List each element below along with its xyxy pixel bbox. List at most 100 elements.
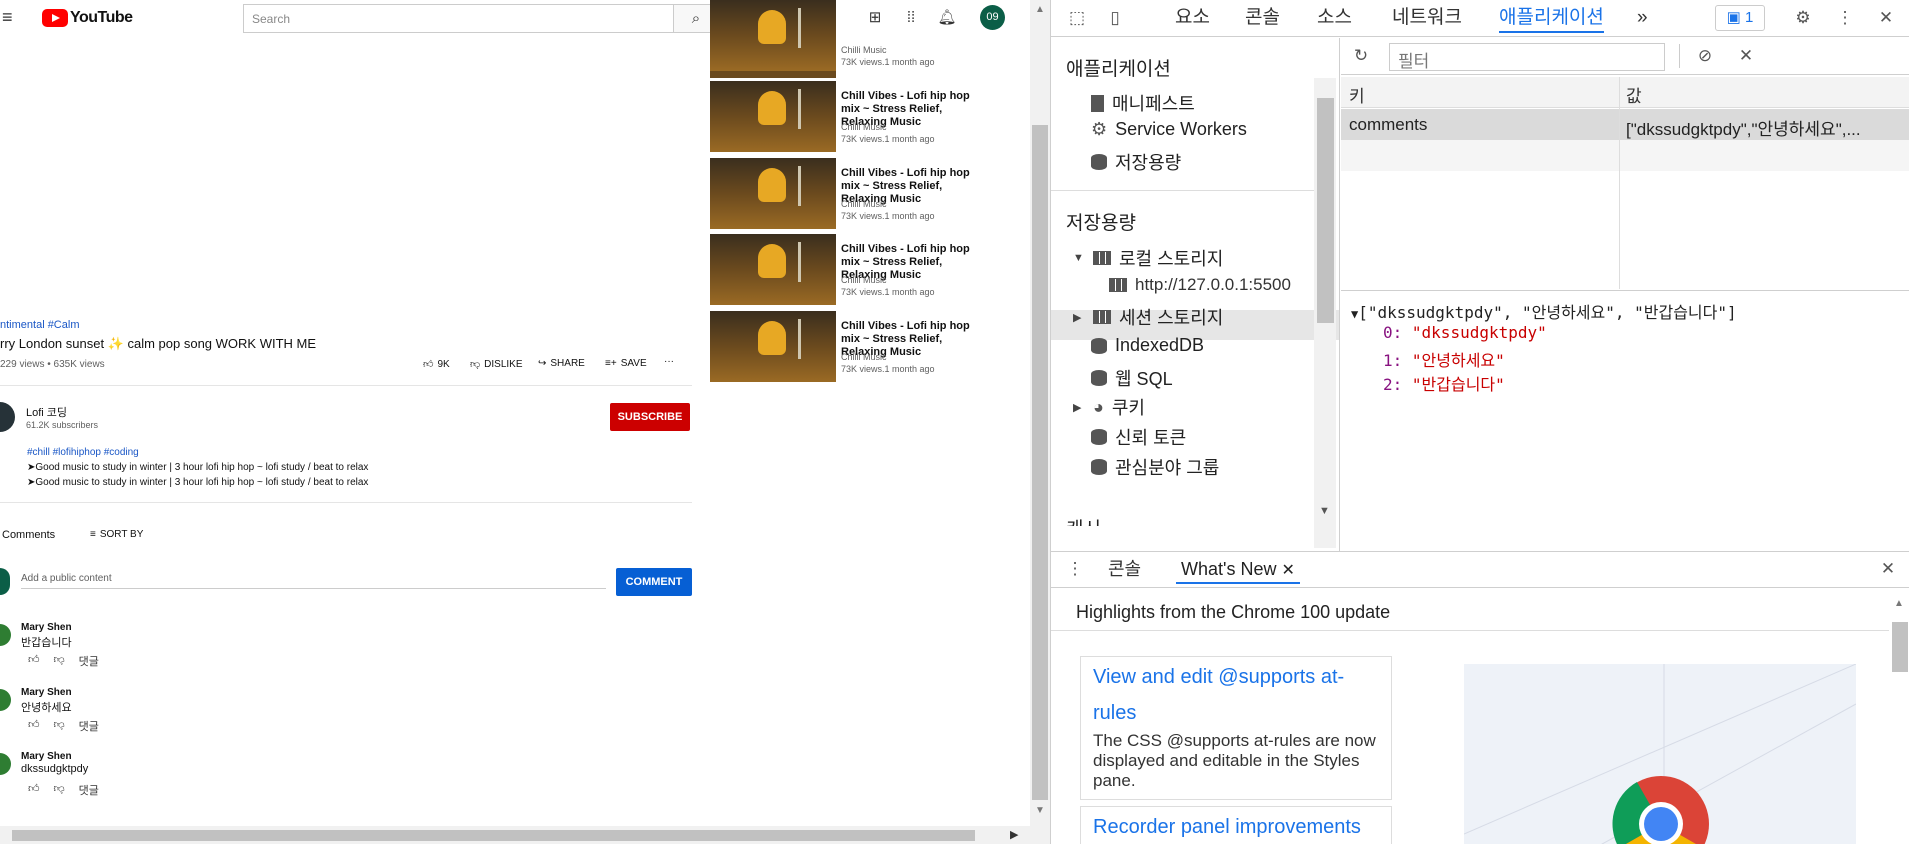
commenter-avatar[interactable] <box>0 753 11 775</box>
thumbs-up-icon: 👍︎ <box>423 359 434 370</box>
menu-icon[interactable]: ≡ <box>2 8 22 26</box>
related-video[interactable]: Chill Vibes - Lofi hip hop mix ~ Stress … <box>710 158 1020 230</box>
video-thumbnail[interactable] <box>710 158 836 229</box>
thumbs-up-icon[interactable]: 👍︎ <box>28 718 40 734</box>
video-thumbnail[interactable] <box>710 234 836 305</box>
sidebar-item-local-origin[interactable]: http://127.0.0.1:5500 <box>1109 275 1291 295</box>
video-thumbnail[interactable] <box>710 81 836 152</box>
channel-avatar[interactable] <box>0 402 15 432</box>
preview-summary[interactable]: ▼["dkssudgktpdy", "안녕하세요", "반갑습니다"] <box>1351 299 1737 323</box>
avatar[interactable]: 09 <box>980 5 1005 30</box>
sidebar-item-indexeddb[interactable]: IndexedDB <box>1091 335 1204 356</box>
delete-selected-icon[interactable]: ✕ <box>1734 45 1758 67</box>
sidebar-item-cookies[interactable]: ▶ ◕ 쿠키 <box>1073 394 1145 420</box>
clear-all-icon[interactable]: ⊘ <box>1693 45 1717 67</box>
table-row[interactable]: comments ["dkssudgktpdy","안녕하세요",... <box>1341 109 1909 140</box>
page-scrollbar-thumb[interactable] <box>1032 125 1048 800</box>
settings-icon[interactable]: ⚙ <box>1791 7 1815 29</box>
device-toolbar-icon[interactable]: ▯ <box>1103 7 1127 29</box>
close-icon[interactable]: ✕ <box>1874 7 1898 29</box>
channel-tags[interactable]: #chill #lofihiphop #coding <box>27 447 139 458</box>
sort-by-button[interactable]: ≡ SORT BY <box>90 529 143 540</box>
scroll-down-arrow[interactable]: ▼ <box>1035 805 1045 816</box>
sidebar-item-manifest[interactable]: 매니페스트 <box>1091 90 1195 116</box>
issues-badge[interactable]: ▣ 1 <box>1715 5 1765 31</box>
feature-card-title[interactable]: View and edit @supports at-rules <box>1093 659 1379 731</box>
more-icon[interactable]: ··· <box>664 356 674 367</box>
scroll-up-arrow[interactable]: ▲ <box>1894 598 1904 609</box>
related-video[interactable]: Chill Vibes - Lofi hip hop mix ~ Stress … <box>710 234 1020 306</box>
refresh-icon[interactable]: ↻ <box>1349 45 1373 67</box>
sidebar-scrollbar-thumb[interactable] <box>1317 98 1334 323</box>
drawer-scrollbar-thumb[interactable] <box>1892 622 1908 672</box>
commenter-name[interactable]: Mary Shen <box>21 687 72 698</box>
create-video-icon[interactable]: ⊞ <box>864 8 886 28</box>
commenter-avatar[interactable] <box>0 624 11 646</box>
thumbs-down-icon[interactable]: 👎︎ <box>54 653 65 669</box>
video-hashtags[interactable]: ntimental #Calm <box>0 319 79 331</box>
sidebar-item-service-workers[interactable]: ⚙ Service Workers <box>1091 119 1247 140</box>
channel-name[interactable]: Lofi 코딩 <box>26 404 67 420</box>
value-column-header[interactable]: 값 <box>1626 82 1642 107</box>
feature-card[interactable]: View and edit @supports at-rules The CSS… <box>1080 656 1392 800</box>
divider <box>1051 190 1314 191</box>
subscribe-button[interactable]: SUBSCRIBE <box>610 403 690 431</box>
related-video[interactable]: Chill Vibes - Lofi hip hop mix ~ Stress … <box>710 311 1020 383</box>
tab-network[interactable]: 네트워크 <box>1392 5 1462 33</box>
drawer-menu-icon[interactable]: ⋮ <box>1063 558 1087 580</box>
video-thumbnail[interactable] <box>710 0 836 78</box>
expand-arrow-icon[interactable]: ▼ <box>1073 252 1085 264</box>
related-video[interactable]: Chilli Music 73K views.1 month ago <box>710 0 1020 78</box>
save-button[interactable]: ≡+ SAVE <box>605 358 647 369</box>
scroll-down-arrow[interactable]: ▼ <box>1319 505 1330 517</box>
thumbs-up-icon[interactable]: 👍︎ <box>28 782 40 798</box>
commenter-avatar[interactable] <box>0 689 11 711</box>
expand-arrow-icon[interactable]: ▶ <box>1073 311 1085 324</box>
close-drawer-icon[interactable]: ✕ <box>1876 558 1900 580</box>
close-tab-icon[interactable]: ✕ <box>1281 562 1294 579</box>
more-tabs-button[interactable]: » <box>1637 5 1648 33</box>
thumbs-up-icon[interactable]: 👍︎ <box>28 653 40 669</box>
youtube-logo[interactable]: YouTube <box>42 8 133 28</box>
sidebar-item-local-storage[interactable]: ▼ 로컬 스토리지 <box>1073 245 1223 271</box>
sidebar-item-session-storage[interactable]: ▶ 세션 스토리지 <box>1073 304 1223 330</box>
key-column-header[interactable]: 키 <box>1349 82 1365 107</box>
sidebar-item-trust-tokens[interactable]: 신뢰 토큰 <box>1091 424 1186 450</box>
feature-card[interactable]: Recorder panel improvements <box>1080 806 1392 844</box>
tab-elements[interactable]: 요소 <box>1175 5 1210 33</box>
tab-sources[interactable]: 소스 <box>1317 5 1352 33</box>
related-video[interactable]: Chill Vibes - Lofi hip hop mix ~ Stress … <box>710 81 1020 153</box>
scroll-up-arrow[interactable]: ▲ <box>1035 4 1045 15</box>
drawer-tab-whats-new[interactable]: What's New ✕ <box>1176 556 1300 584</box>
dislike-button[interactable]: 👎︎ DISLIKE <box>470 358 523 371</box>
kebab-menu-icon[interactable]: ⋮ <box>1833 7 1857 29</box>
apps-icon[interactable]: ⁞⁞ <box>900 8 922 28</box>
notifications-icon[interactable]: 🔔︎ <box>936 8 958 28</box>
comment-button[interactable]: COMMENT <box>616 568 692 596</box>
horizontal-scrollbar-thumb[interactable] <box>12 830 975 841</box>
thumbs-down-icon[interactable]: 👎︎ <box>54 718 65 734</box>
sidebar-item-websql[interactable]: 웹 SQL <box>1091 365 1173 391</box>
sidebar-item-interest-groups[interactable]: 관심분야 그룹 <box>1091 454 1219 480</box>
reply-button[interactable]: 댓글 <box>79 782 99 798</box>
search-input[interactable]: Search <box>243 4 673 33</box>
like-button[interactable]: 👍︎ 9K <box>423 358 450 371</box>
comment-input[interactable]: Add a public content <box>21 573 606 589</box>
commenter-name[interactable]: Mary Shen <box>21 622 72 633</box>
share-button[interactable]: ↪ SHARE <box>538 358 585 369</box>
reply-button[interactable]: 댓글 <box>79 718 99 734</box>
inspect-icon[interactable]: ⬚ <box>1065 7 1089 29</box>
feature-card-title[interactable]: Recorder panel improvements <box>1093 809 1379 844</box>
reply-button[interactable]: 댓글 <box>79 653 99 669</box>
drawer-tab-console[interactable]: 콘솔 <box>1108 556 1141 584</box>
sidebar-item-storage[interactable]: 저장용량 <box>1091 149 1181 175</box>
tab-console[interactable]: 콘솔 <box>1245 5 1280 33</box>
scroll-right-arrow[interactable]: ▶ <box>1010 828 1018 841</box>
tab-application[interactable]: 애플리케이션 <box>1499 5 1604 33</box>
commenter-name[interactable]: Mary Shen <box>21 751 72 762</box>
filter-input[interactable]: 필터 <box>1389 43 1665 71</box>
expand-arrow-icon[interactable]: ▶ <box>1073 401 1085 414</box>
thumbs-down-icon[interactable]: 👎︎ <box>54 782 65 798</box>
video-thumbnail[interactable] <box>710 311 836 382</box>
column-separator[interactable] <box>1619 77 1620 289</box>
